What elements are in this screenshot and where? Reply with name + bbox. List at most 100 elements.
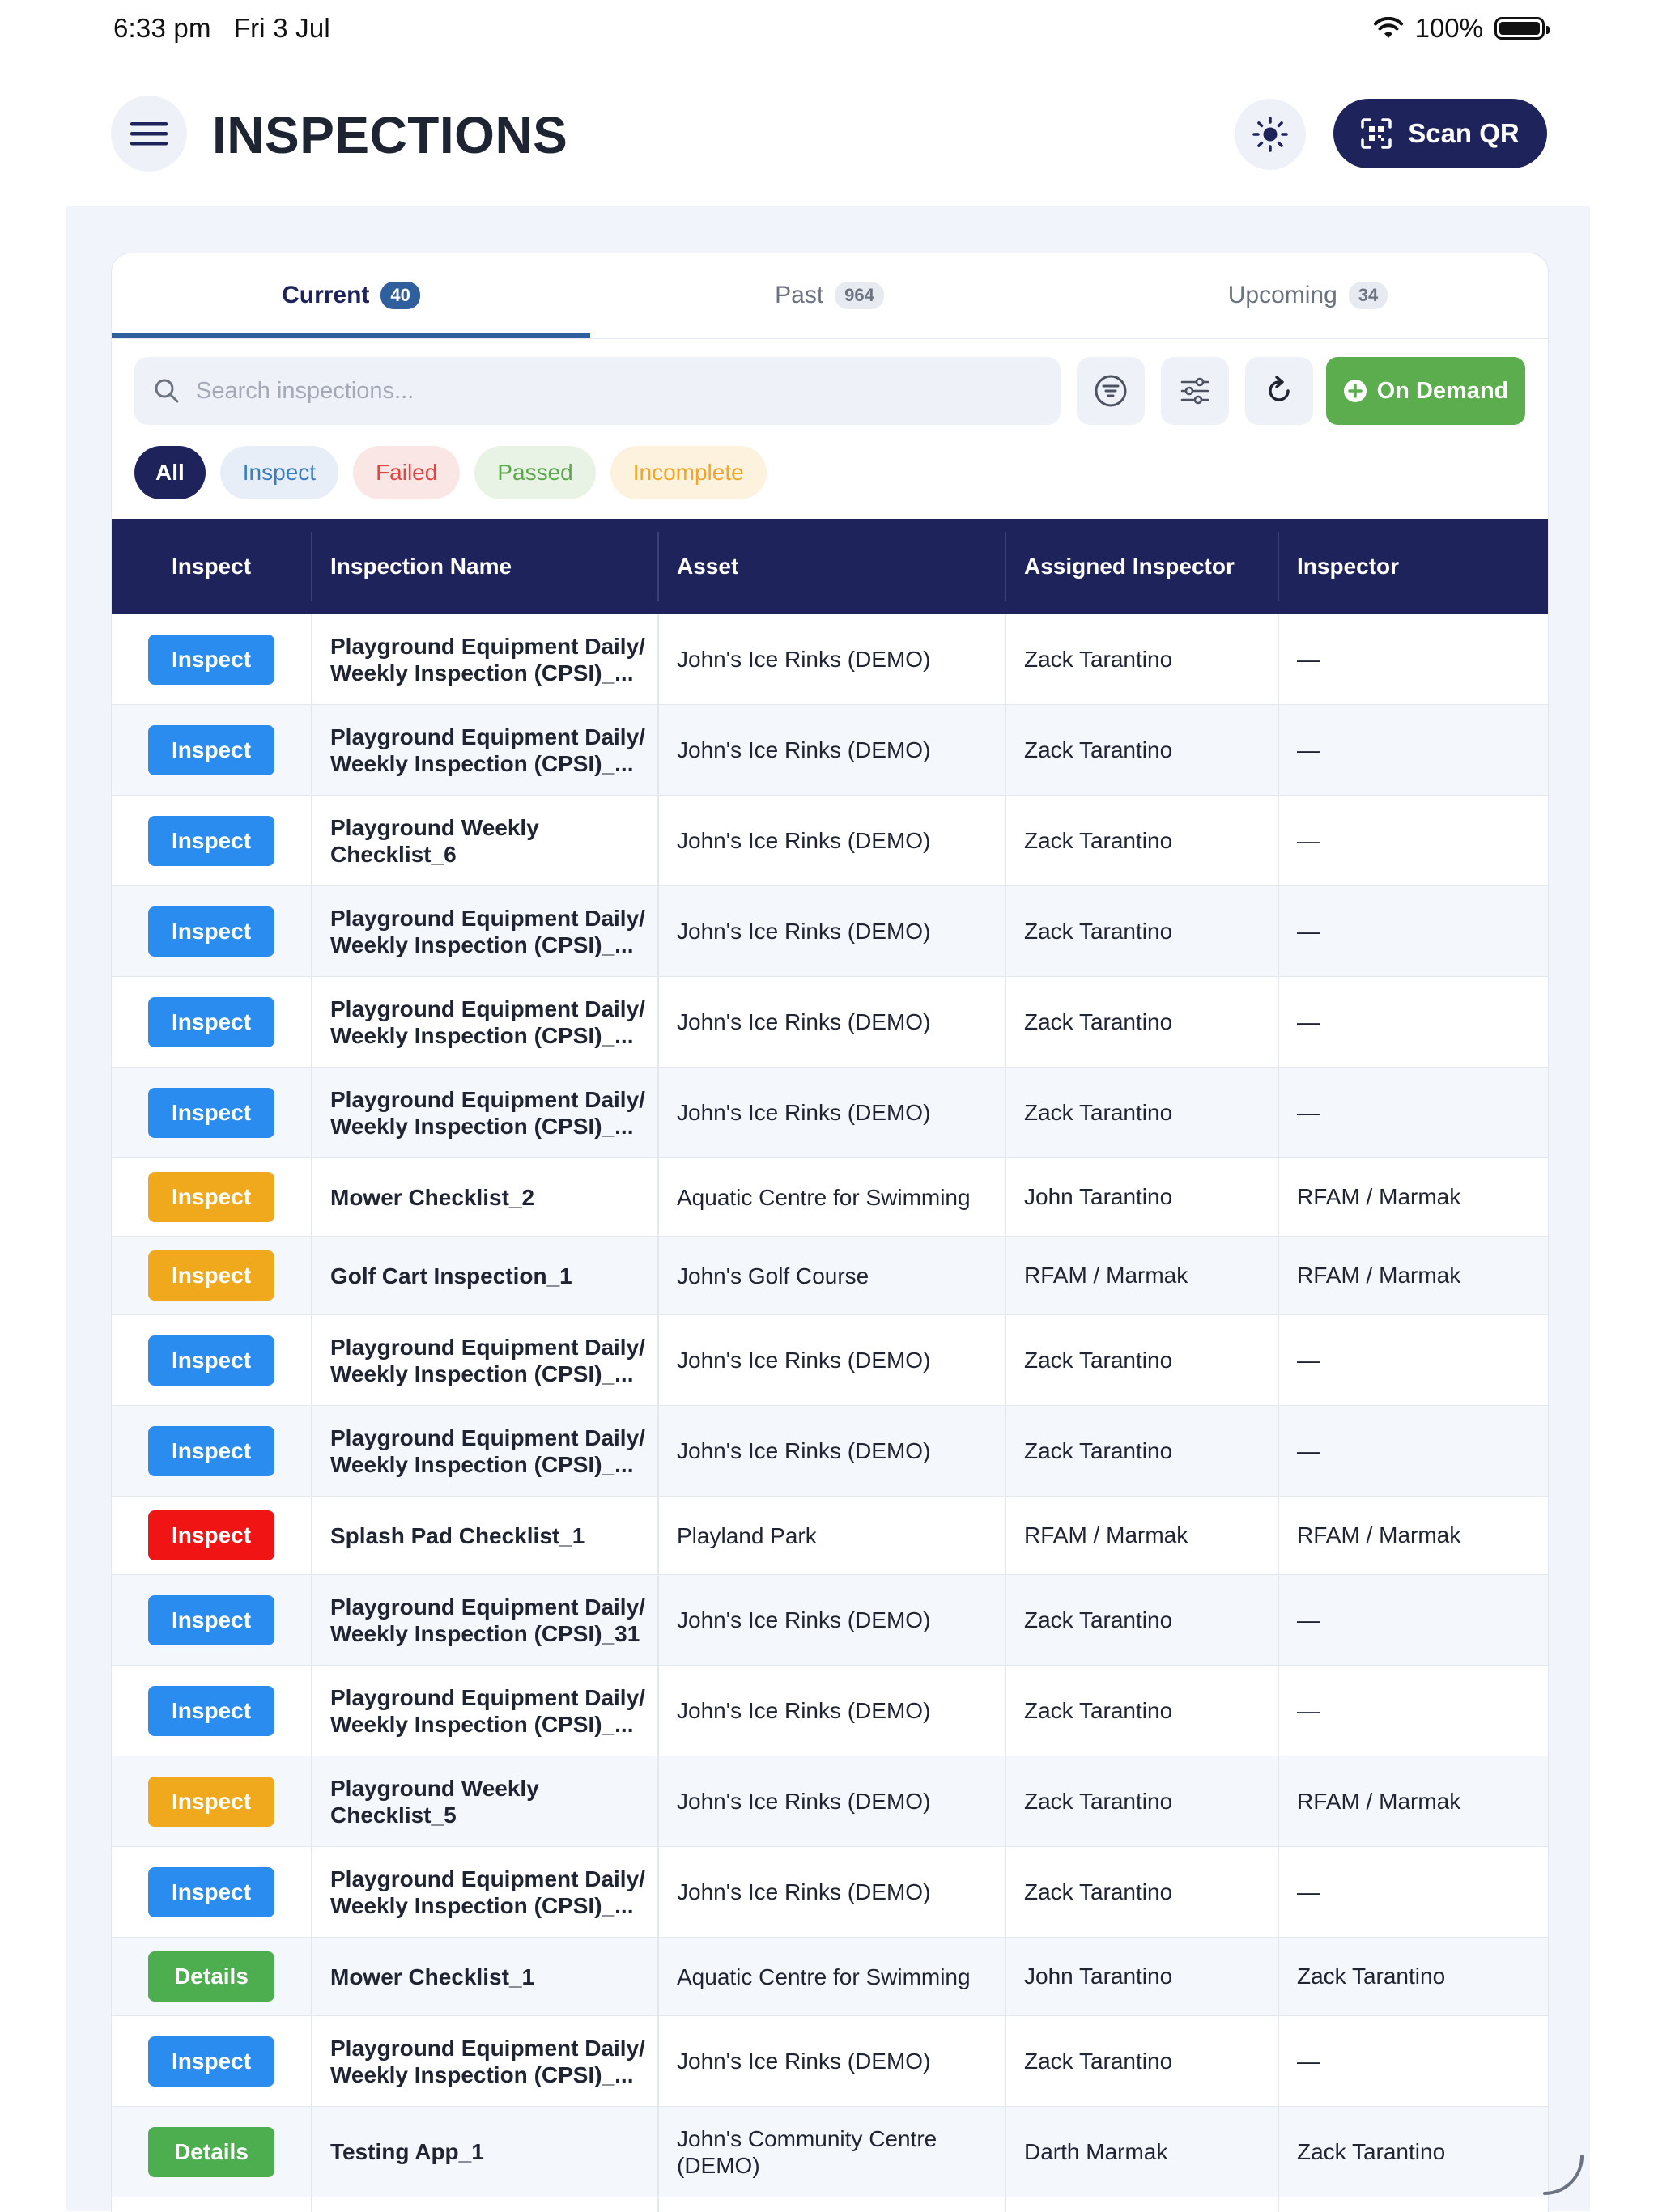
inspect-button[interactable]: Inspect: [148, 1250, 274, 1301]
inspect-button[interactable]: Inspect: [148, 1776, 274, 1827]
assigned-inspector-cell: Darth Marmak: [1024, 2138, 1168, 2164]
inspect-button[interactable]: Inspect: [148, 815, 274, 866]
search-input[interactable]: [194, 376, 1007, 405]
inspections-card: Current 40 Past 964 Upcoming 34 Search i…: [111, 253, 1549, 2212]
column-header-inspector[interactable]: Inspector: [1297, 519, 1399, 614]
tab-count-badge: 34: [1348, 282, 1388, 309]
tab-current[interactable]: Current 40: [112, 253, 590, 338]
asset-cell: Aquatic Centre for Swimming: [677, 1964, 971, 1989]
filter-chip-inspect[interactable]: Inspect: [219, 446, 339, 499]
search-box[interactable]: [134, 357, 1061, 425]
inspector-cell: —: [1297, 1347, 1320, 1373]
inspect-button[interactable]: Inspect: [148, 1425, 274, 1476]
asset-cell: John's Ice Rinks (DEMO): [677, 1698, 931, 1723]
inspector-cell: —: [1297, 1697, 1320, 1723]
inspect-button[interactable]: Inspect: [148, 1866, 274, 1917]
filter-chip-failed[interactable]: Failed: [353, 446, 461, 499]
assigned-inspector-cell: Zack Tarantino: [1024, 1697, 1173, 1723]
tab-past[interactable]: Past 964: [590, 253, 1069, 338]
asset-cell: John's Ice Rinks (DEMO): [677, 828, 931, 853]
inspector-cell: —: [1297, 1607, 1320, 1632]
plus-circle-icon: [1343, 380, 1367, 402]
table-row[interactable]: Inspect Splash Pad Checklist_1 Playland Pa…: [112, 1497, 1548, 1575]
inspect-button[interactable]: Inspect: [148, 2036, 274, 2087]
assigned-inspector-cell: Zack Tarantino: [1024, 1008, 1173, 1034]
filter-chip-passed[interactable]: Passed: [474, 446, 596, 499]
inspect-button[interactable]: Inspect: [148, 1594, 274, 1645]
inspect-button[interactable]: Inspect: [148, 1172, 274, 1222]
inspect-button[interactable]: Inspect: [148, 906, 274, 957]
status-filter-chips: All Inspect Failed Passed Incomplete: [134, 446, 767, 499]
inspection-name-cell: Mower Checklist_1: [330, 1964, 535, 1989]
table-row[interactable]: InspectPlayground Equipment Daily/Weekly…: [112, 1406, 1548, 1497]
search-icon: [155, 379, 179, 403]
details-button[interactable]: Details: [148, 2126, 274, 2177]
column-header-assigned-inspector[interactable]: Assigned Inspector: [1024, 519, 1235, 614]
inspector-cell: RFAM / Marmak: [1297, 1263, 1461, 1288]
table-row[interactable]: InspectPlayground Equipment Daily/Weekly…: [112, 977, 1548, 1068]
table-row[interactable]: InspectPlayground Equipment Daily/Weekly…: [112, 1847, 1548, 1938]
theme-toggle-button[interactable]: [1235, 99, 1306, 170]
table-row[interactable]: InspectPlayground Equipment Daily/Weekly…: [112, 705, 1548, 796]
table-row[interactable]: Inspect Playground Equipment Daily/Weekly…: [112, 886, 1548, 977]
inspect-button[interactable]: Inspect: [148, 724, 274, 775]
asset-cell: John's Community Centre (DEMO): [677, 2125, 937, 2178]
table-header: Inspect Inspection Name Asset Assigned I…: [112, 519, 1548, 614]
on-demand-button[interactable]: On Demand: [1326, 357, 1525, 425]
table-row[interactable]: Details Mower Checklist_1 Aquatic Centre f…: [112, 1938, 1548, 2016]
table-row[interactable]: InspectPlayground Equipment Daily/Weekly…: [112, 2197, 1548, 2212]
inspection-name-cell: Mower Checklist_2: [330, 1184, 535, 1210]
filter-chip-all[interactable]: All: [134, 446, 206, 499]
table-row[interactable]: InspectPlayground Equipment Daily/Weekly…: [112, 1068, 1548, 1158]
table-row[interactable]: Details Testing App_1 John's Community Cen…: [112, 2107, 1548, 2197]
loading-spinner-icon: [1543, 2155, 1584, 2195]
table-row[interactable]: InspectPlayground Equipment Daily/Weekly…: [112, 1575, 1548, 1666]
table-row[interactable]: Inspect Playground Weekly Checklist_6 John'…: [112, 796, 1548, 886]
asset-cell: John's Ice Rinks (DEMO): [677, 2049, 931, 2074]
status-bar: 6:33 pm Fri 3 Jul 100%: [0, 0, 1658, 58]
table-row[interactable]: Inspect Mower Checklist_2 Aquatic Centre f…: [112, 1158, 1548, 1237]
qr-scan-icon: [1361, 118, 1392, 149]
inspector-cell: —: [1297, 2197, 1548, 2212]
inspect-button[interactable]: Inspect: [148, 996, 274, 1047]
page-title: INSPECTIONS: [212, 106, 568, 164]
table-row[interactable]: Inspect Playground Weekly Checklist_5 John'…: [112, 1756, 1548, 1847]
column-header-inspect[interactable]: Inspect: [112, 519, 311, 614]
inspection-name-cell: Testing App_1: [330, 2139, 484, 2164]
inspect-button[interactable]: Inspect: [148, 1510, 274, 1560]
details-button[interactable]: Details: [148, 1951, 274, 2002]
filter-circle-icon: [1095, 375, 1127, 407]
wifi-icon: [1373, 17, 1403, 38]
inspector-cell: —: [1297, 918, 1320, 944]
assigned-inspector-cell: RFAM / Marmak: [1024, 1263, 1188, 1288]
settings-sliders-button[interactable]: [1161, 357, 1229, 425]
filter-chip-incomplete[interactable]: Incomplete: [610, 446, 767, 499]
inspector-cell: —: [1297, 827, 1320, 853]
assigned-inspector-cell: Zack Tarantino: [1024, 2048, 1173, 2074]
inspection-name-cell: Playground Equipment Daily/Weekly Inspec…: [330, 905, 645, 957]
table-row[interactable]: Inspect Golf Cart Inspection_1 John's Golf…: [112, 1237, 1548, 1315]
refresh-button[interactable]: [1245, 357, 1313, 425]
inspect-button[interactable]: Inspect: [148, 1335, 274, 1386]
inspection-name-cell: Playground Equipment Daily/Weekly Inspec…: [330, 1334, 645, 1386]
inspect-button[interactable]: Inspect: [148, 634, 274, 685]
inspect-button[interactable]: Inspect: [148, 1087, 274, 1138]
column-header-asset[interactable]: Asset: [677, 519, 738, 614]
table-row[interactable]: InspectPlayground Equipment Daily/Weekly…: [112, 614, 1548, 705]
column-header-inspection-name[interactable]: Inspection Name: [330, 519, 512, 614]
inspect-button[interactable]: Inspect: [148, 1685, 274, 1736]
tab-upcoming[interactable]: Upcoming 34: [1069, 253, 1547, 338]
assigned-inspector-cell: Zack Tarantino: [1024, 1347, 1173, 1373]
status-indicators: 100%: [1373, 13, 1550, 44]
active-tab-indicator: [112, 333, 590, 338]
status-time: 6:33 pm Fri 3 Jul: [113, 13, 330, 43]
inspection-name-cell: Playground Equipment Daily/Weekly Inspec…: [330, 1684, 645, 1737]
asset-cell: Playland Park: [677, 1522, 817, 1548]
scan-qr-button[interactable]: Scan QR: [1333, 99, 1547, 168]
filter-button[interactable]: [1077, 357, 1145, 425]
table-row[interactable]: Inspect Playground Equipment Daily/Weekly…: [112, 1315, 1548, 1406]
table-row[interactable]: InspectPlayground Equipment Daily/Weekly…: [112, 2016, 1548, 2107]
table-row[interactable]: Inspect Playground Equipment Daily/Weekly…: [112, 1666, 1548, 1756]
inspection-name-cell: Playground Weekly Checklist_6: [330, 814, 539, 867]
menu-button[interactable]: [111, 96, 187, 172]
